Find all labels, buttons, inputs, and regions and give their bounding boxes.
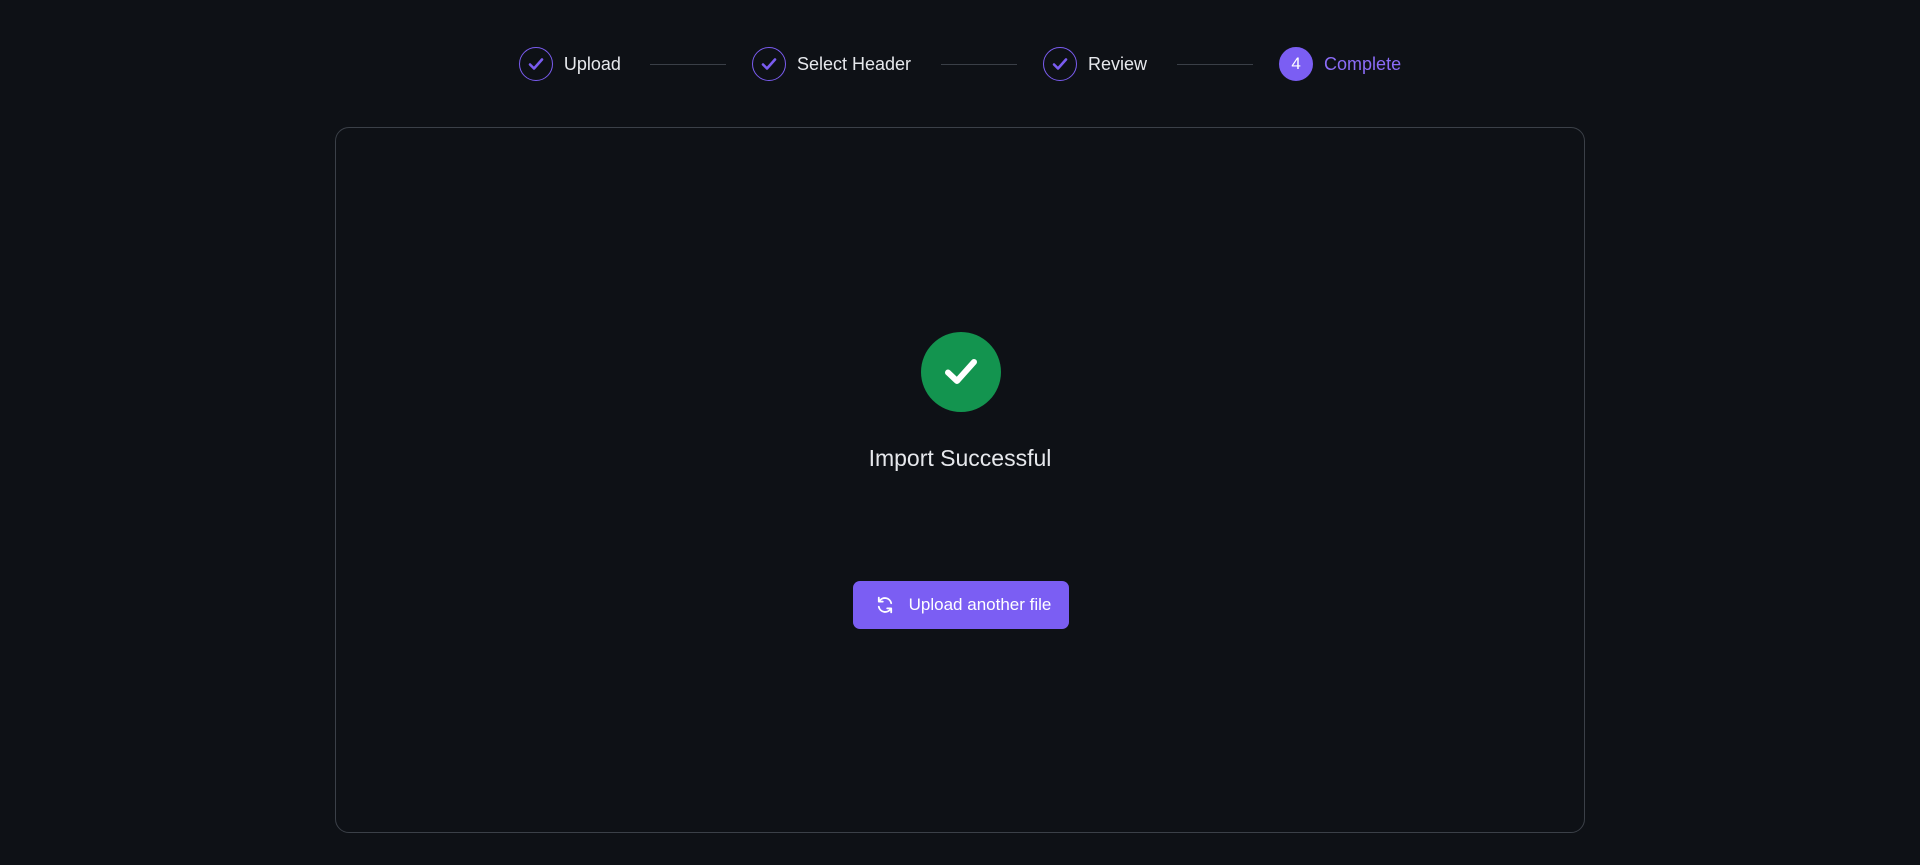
step-label: Upload xyxy=(563,53,621,74)
refresh-icon xyxy=(875,595,895,615)
button-label: Upload another file xyxy=(908,595,1052,614)
progress-stepper: Upload Select Header Review 4 Complete xyxy=(0,45,1920,83)
upload-another-file-button[interactable]: Upload another file xyxy=(853,581,1069,629)
check-icon xyxy=(751,47,786,81)
step-label: Review xyxy=(1088,53,1148,74)
step-label: Select Header xyxy=(796,53,912,74)
check-icon xyxy=(518,47,553,81)
step-connector xyxy=(649,63,726,65)
result-card: Import Successful Upload another file xyxy=(335,127,1585,833)
success-title: Import Successful xyxy=(868,445,1052,471)
check-icon xyxy=(1043,47,1078,81)
step-complete[interactable]: 4 Complete xyxy=(1279,47,1401,81)
step-upload[interactable]: Upload xyxy=(518,47,621,81)
step-number-badge: 4 xyxy=(1279,47,1314,81)
step-review[interactable]: Review xyxy=(1043,47,1147,81)
step-connector xyxy=(1177,63,1254,65)
step-label: Complete xyxy=(1324,53,1402,74)
check-circle-icon xyxy=(921,332,1001,412)
step-select-header[interactable]: Select Header xyxy=(751,47,912,81)
step-connector xyxy=(941,63,1018,65)
